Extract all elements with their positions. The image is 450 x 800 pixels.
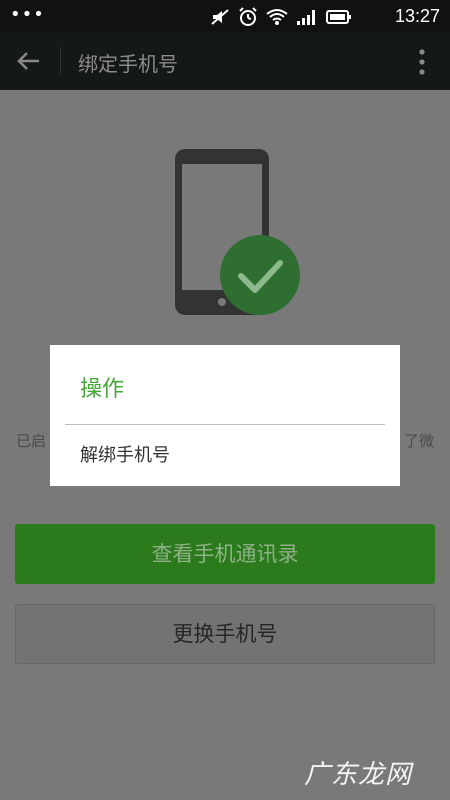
signal-icon [297, 10, 315, 25]
dialog-title: 操作 [80, 377, 125, 402]
back-arrow-icon[interactable] [14, 46, 44, 76]
action-dialog: 操作 解绑手机号 [50, 345, 400, 486]
status-time: 13:27 [394, 6, 440, 26]
toolbar-divider [60, 47, 61, 75]
checkmark-icon [238, 260, 283, 293]
notification-dots: ••• [10, 4, 45, 25]
check-badge [220, 235, 300, 315]
view-contacts-button[interactable]: 查看手机通讯录 [15, 524, 435, 584]
alarm-icon [239, 7, 257, 26]
status-bar: ••• 13:27 [0, 0, 450, 32]
mute-icon [211, 9, 229, 25]
info-text-left: 已启 [16, 432, 47, 450]
more-vertical-icon[interactable] [418, 48, 426, 76]
status-icons [210, 7, 352, 27]
watermark: 广东龙网 [303, 760, 412, 790]
change-number-button[interactable]: 更换手机号 [15, 604, 435, 664]
toolbar: 绑定手机号 [0, 32, 450, 90]
battery-icon [326, 10, 351, 24]
page-title: 绑定手机号 [78, 52, 178, 76]
unbind-phone-option[interactable]: 解绑手机号 [50, 425, 400, 486]
wifi-icon [266, 9, 288, 25]
info-text-right: 了微 [403, 432, 434, 450]
